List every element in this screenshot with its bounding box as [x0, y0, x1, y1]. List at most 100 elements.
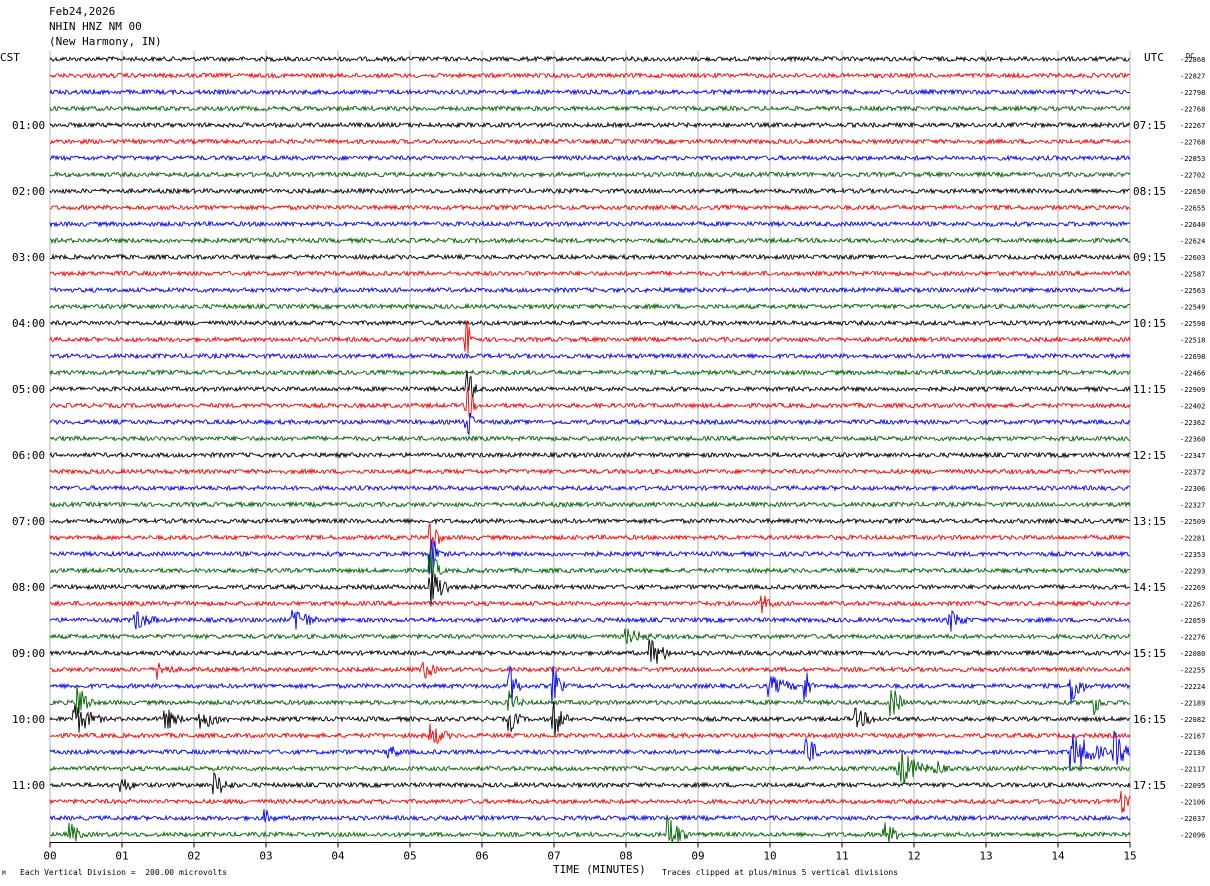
dc-offset-label: -22255: [1180, 667, 1205, 675]
right-time-label: 14:15: [1133, 581, 1166, 594]
left-time-label: 09:00: [12, 647, 45, 660]
trace-row: [49, 302, 1131, 311]
dc-offset-label: -22267: [1180, 122, 1205, 130]
right-time-label: 08:15: [1133, 185, 1166, 198]
trace-row: [49, 137, 1131, 146]
dc-offset-label: -22362: [1180, 419, 1205, 427]
left-time-label: 04:00: [12, 317, 45, 330]
dc-offset-label: -22603: [1180, 254, 1205, 262]
left-time-label: 02:00: [12, 185, 45, 198]
trace-row: [49, 104, 1131, 113]
x-tick-label: 02: [187, 850, 200, 863]
dc-offset-label: -22269: [1180, 584, 1205, 592]
trace-row: [49, 71, 1131, 80]
trace-row: [49, 368, 1131, 377]
dc-offset-label: -22189: [1180, 700, 1205, 708]
trace-row: [49, 609, 1131, 632]
right-time-label: 07:15: [1133, 119, 1166, 132]
x-tick-label: 06: [475, 850, 488, 863]
x-tick-label: 01: [115, 850, 128, 863]
dc-offset-label: -22402: [1180, 403, 1205, 411]
trace-row: [49, 700, 1131, 737]
dc-offset-label: -22095: [1180, 782, 1205, 790]
dc-offset-label: -22372: [1180, 469, 1205, 477]
trace-row: [49, 286, 1131, 294]
right-time-label: 10:15: [1133, 317, 1166, 330]
trace-row: [49, 467, 1131, 476]
trace-row: [49, 750, 1131, 785]
right-time-label: 17:15: [1133, 779, 1166, 792]
x-tick-label: 07: [547, 850, 560, 863]
dc-offset-label: -22059: [1180, 617, 1205, 625]
dc-offset-label: -22167: [1180, 733, 1205, 741]
trace-row: [49, 121, 1131, 129]
x-tick-label: 04: [331, 850, 345, 863]
trace-row: [49, 320, 1131, 354]
trace-row: [49, 723, 1131, 744]
trace-row: [49, 451, 1131, 459]
trace-row: [49, 484, 1131, 492]
trace-row: [49, 88, 1131, 96]
dc-offset-label: -22117: [1180, 766, 1205, 774]
dc-offset-label: -22640: [1180, 221, 1205, 229]
dc-offset-label: -22868: [1180, 56, 1205, 64]
left-time-label: 11:00: [12, 779, 45, 792]
right-time-label: 15:15: [1133, 647, 1166, 660]
dc-offset-label: -22768: [1180, 106, 1205, 114]
dc-offset-label: -22466: [1180, 370, 1205, 378]
trace-row: [49, 790, 1131, 813]
x-tick-label: 15: [1123, 850, 1136, 863]
trace-row: [49, 661, 1131, 680]
dc-offset-label: -22106: [1180, 799, 1205, 807]
trace-row: [49, 170, 1131, 179]
left-time-label: 06:00: [12, 449, 45, 462]
right-time-label: 16:15: [1133, 713, 1166, 726]
trace-row: [49, 434, 1131, 443]
left-time-label: 08:00: [12, 581, 45, 594]
dc-offset-label: -22768: [1180, 139, 1205, 147]
left-time-label: 05:00: [12, 383, 45, 396]
dc-offset-label: -22518: [1180, 337, 1205, 345]
x-tick-label: 11: [835, 850, 848, 863]
dc-offset-label: -22281: [1180, 535, 1205, 543]
trace-row: [49, 220, 1131, 228]
dc-offset-label: -22549: [1180, 304, 1205, 312]
trace-row: [49, 685, 1131, 717]
trace-row: [49, 187, 1130, 195]
dc-offset-label: -22347: [1180, 452, 1205, 460]
trace-row: [49, 319, 1131, 327]
clip-note: Traces clipped at plus/minus 5 vertical …: [662, 868, 899, 877]
dc-offset-label: -22655: [1180, 205, 1205, 213]
trace-row: [49, 628, 1131, 645]
trace-row: [49, 269, 1131, 278]
dc-offset-label: -22224: [1180, 683, 1205, 691]
dc-offset-label: -22327: [1180, 502, 1205, 510]
dc-offset-label: -22853: [1180, 155, 1205, 163]
dc-offset-label: -22650: [1180, 188, 1205, 196]
trace-row: [49, 236, 1131, 245]
right-time-label: 12:15: [1133, 449, 1166, 462]
dc-offset-label: -22037: [1180, 815, 1205, 823]
dc-offset-label: -22276: [1180, 634, 1205, 642]
x-tick-label: 14: [1051, 850, 1065, 863]
trace-row: [49, 809, 1131, 823]
dc-offset-label: -22136: [1180, 749, 1205, 757]
trace-row: [49, 500, 1131, 509]
trace-row: [50, 253, 1131, 261]
dc-offset-label: -22080: [1180, 650, 1205, 658]
dc-offset-label: -22827: [1180, 73, 1205, 81]
trace-row: [49, 154, 1131, 162]
left-time-label: 07:00: [12, 515, 45, 528]
dc-offset-label: -22909: [1180, 386, 1205, 394]
x-tick-label: 13: [979, 850, 992, 863]
dc-offset-label: -22082: [1180, 716, 1205, 724]
x-tick-label: 12: [907, 850, 920, 863]
trace-row: [49, 370, 1131, 398]
dc-offset-label: -22306: [1180, 485, 1205, 493]
trace-row: [49, 771, 1131, 795]
trace-row: [49, 639, 1131, 664]
dc-offset-label: -22798: [1180, 89, 1205, 97]
trace-row: [49, 517, 1131, 525]
x-tick-label: 03: [259, 850, 272, 863]
trace-row: [49, 203, 1131, 212]
